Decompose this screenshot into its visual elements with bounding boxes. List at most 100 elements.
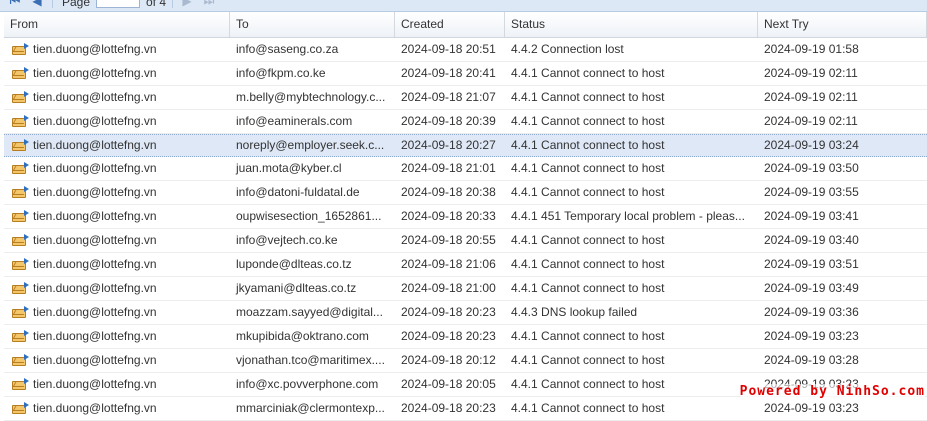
- cell-next-try: 2024-09-19 02:11: [764, 90, 858, 104]
- column-header-status[interactable]: Status: [505, 12, 758, 37]
- table-row[interactable]: tien.duong@lottefng.vn jkyamani@dlteas.co…: [4, 277, 927, 301]
- sender-address: tien.duong@lottefng.vn: [33, 185, 157, 199]
- sender-address: tien.duong@lottefng.vn: [33, 281, 157, 295]
- cell-from: tien.duong@lottefng.vn: [4, 205, 230, 228]
- cell-created: 2024-09-18 21:00: [401, 281, 496, 295]
- cell-from: tien.duong@lottefng.vn: [4, 253, 230, 276]
- mail-queue-icon: [12, 378, 29, 391]
- table-row[interactable]: tien.duong@lottefng.vn mkupibida@oktrano.…: [4, 325, 927, 349]
- table-row[interactable]: tien.duong@lottefng.vn info@datoni-fuldat…: [4, 181, 927, 205]
- last-page-icon[interactable]: ⏭: [202, 0, 216, 8]
- cell-next-try: 2024-09-19 02:11: [764, 114, 858, 128]
- table-row[interactable]: tien.duong@lottefng.vn moazzam.sayyed@dig…: [4, 301, 927, 325]
- first-page-icon[interactable]: ⏮: [8, 0, 22, 8]
- cell-to: moazzam.sayyed@digital...: [236, 305, 383, 319]
- mail-queue-icon: [12, 186, 29, 199]
- cell-status: 4.4.1 Cannot connect to host: [511, 138, 665, 152]
- cell-status: 4.4.3 DNS lookup failed: [511, 305, 638, 319]
- table-row[interactable]: tien.duong@lottefng.vn info@saseng.co.za 2…: [4, 38, 927, 62]
- cell-from: tien.duong@lottefng.vn: [4, 397, 230, 420]
- cell-from: tien.duong@lottefng.vn: [4, 349, 230, 372]
- cell-status: 4.4.1 Cannot connect to host: [511, 90, 665, 104]
- cell-to: noreply@employer.seek.c...: [236, 138, 385, 152]
- table-row[interactable]: tien.duong@lottefng.vn vjonathan.tco@mari…: [4, 349, 927, 373]
- sender-address: tien.duong@lottefng.vn: [33, 138, 157, 152]
- sender-address: tien.duong@lottefng.vn: [33, 42, 157, 56]
- cell-next-try: 2024-09-19 03:55: [764, 185, 859, 199]
- cell-from: tien.duong@lottefng.vn: [4, 373, 230, 396]
- cell-to: mmarciniak@clermontexp...: [236, 401, 385, 415]
- cell-created: 2024-09-18 21:01: [401, 161, 496, 175]
- cell-status: 4.4.1 Cannot connect to host: [511, 161, 665, 175]
- cell-status: 4.4.2 Connection lost: [511, 42, 624, 56]
- cell-status: 4.4.1 Cannot connect to host: [511, 114, 665, 128]
- mail-queue-icon: [12, 67, 29, 80]
- cell-to: info@fkpm.co.ke: [236, 66, 326, 80]
- column-header-created[interactable]: Created: [395, 12, 505, 37]
- mail-queue-icon: [12, 139, 29, 152]
- grid-header: From To Created Status Next Try: [4, 12, 927, 38]
- cell-to: info@vejtech.co.ke: [236, 233, 338, 247]
- cell-next-try: 2024-09-19 03:41: [764, 209, 859, 223]
- mail-queue-icon: [12, 91, 29, 104]
- cell-from: tien.duong@lottefng.vn: [4, 38, 230, 61]
- cell-next-try: 2024-09-19 03:40: [764, 233, 859, 247]
- cell-next-try: 2024-09-19 01:58: [764, 42, 859, 56]
- table-row[interactable]: tien.duong@lottefng.vn mmarciniak@clermon…: [4, 397, 927, 421]
- table-row[interactable]: tien.duong@lottefng.vn oupwisesection_165…: [4, 205, 927, 229]
- cell-next-try: 2024-09-19 03:28: [764, 353, 859, 367]
- cell-to: info@xc.povverphone.com: [236, 377, 379, 391]
- sender-address: tien.duong@lottefng.vn: [33, 66, 157, 80]
- cell-next-try: 2024-09-19 03:51: [764, 257, 859, 271]
- cell-to: oupwisesection_1652861...: [236, 209, 382, 223]
- mail-queue-icon: [12, 115, 29, 128]
- sender-address: tien.duong@lottefng.vn: [33, 377, 157, 391]
- cell-created: 2024-09-18 20:39: [401, 114, 496, 128]
- column-header-to[interactable]: To: [230, 12, 395, 37]
- sender-address: tien.duong@lottefng.vn: [33, 305, 157, 319]
- cell-created: 2024-09-18 20:51: [401, 42, 496, 56]
- toolbar-separator: [52, 0, 53, 8]
- cell-to: info@eaminerals.com: [236, 114, 353, 128]
- column-header-from[interactable]: From: [4, 12, 230, 37]
- mail-queue-icon: [12, 306, 29, 319]
- column-header-next-try[interactable]: Next Try: [758, 12, 927, 37]
- cell-from: tien.duong@lottefng.vn: [4, 62, 230, 85]
- cell-from: tien.duong@lottefng.vn: [4, 229, 230, 252]
- next-page-icon[interactable]: ▶: [180, 0, 194, 8]
- mail-queue-icon: [12, 354, 29, 367]
- page-number-input[interactable]: [96, 0, 140, 8]
- cell-to: info@datoni-fuldatal.de: [236, 185, 360, 199]
- cell-from: tien.duong@lottefng.vn: [4, 325, 230, 348]
- sender-address: tien.duong@lottefng.vn: [33, 90, 157, 104]
- sender-address: tien.duong@lottefng.vn: [33, 329, 157, 343]
- table-row[interactable]: tien.duong@lottefng.vn info@fkpm.co.ke 202…: [4, 62, 927, 86]
- mail-queue-icon: [12, 402, 29, 415]
- watermark: Powered by NinhSo.com: [739, 384, 925, 399]
- cell-next-try: 2024-09-19 03:23: [764, 329, 859, 343]
- table-row[interactable]: tien.duong@lottefng.vn noreply@employer.s…: [4, 134, 927, 157]
- toolbar-separator: [172, 0, 173, 8]
- cell-created: 2024-09-18 20:55: [401, 233, 496, 247]
- prev-page-icon[interactable]: ◀: [30, 0, 44, 8]
- cell-status: 4.4.1 Cannot connect to host: [511, 281, 665, 295]
- mail-queue-icon: [12, 234, 29, 247]
- page-of-label: of 4: [146, 0, 167, 9]
- cell-next-try: 2024-09-19 03:49: [764, 281, 859, 295]
- cell-from: tien.duong@lottefng.vn: [4, 181, 230, 204]
- cell-next-try: 2024-09-19 02:11: [764, 66, 858, 80]
- cell-next-try: 2024-09-19 03:23: [764, 401, 859, 415]
- table-row[interactable]: tien.duong@lottefng.vn m.belly@mybtechnol…: [4, 86, 927, 110]
- grid-body: tien.duong@lottefng.vn info@saseng.co.za 2…: [4, 38, 927, 421]
- table-row[interactable]: tien.duong@lottefng.vn juan.mota@kyber.cl…: [4, 157, 927, 181]
- table-row[interactable]: tien.duong@lottefng.vn luponde@dlteas.co.…: [4, 253, 927, 277]
- table-row[interactable]: tien.duong@lottefng.vn info@eaminerals.co…: [4, 110, 927, 134]
- cell-status: 4.4.1 Cannot connect to host: [511, 353, 665, 367]
- cell-to: m.belly@mybtechnology.c...: [236, 90, 386, 104]
- cell-status: 4.4.1 Cannot connect to host: [511, 377, 665, 391]
- sender-address: tien.duong@lottefng.vn: [33, 114, 157, 128]
- sender-address: tien.duong@lottefng.vn: [33, 401, 157, 415]
- cell-status: 4.4.1 Cannot connect to host: [511, 185, 665, 199]
- table-row[interactable]: tien.duong@lottefng.vn info@vejtech.co.ke…: [4, 229, 927, 253]
- sender-address: tien.duong@lottefng.vn: [33, 233, 157, 247]
